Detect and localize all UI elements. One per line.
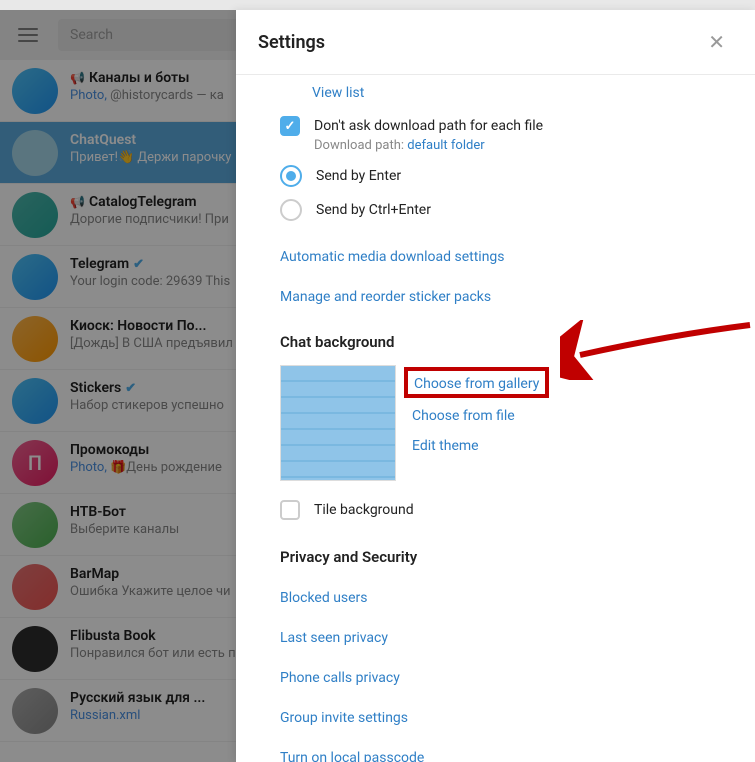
privacy-title: Privacy and Security xyxy=(280,548,733,566)
avatar xyxy=(12,378,58,424)
chat-name: НТВ-Бот xyxy=(70,504,126,520)
avatar: П xyxy=(12,440,58,486)
chat-name: ChatQuest xyxy=(70,132,136,148)
blocked-users-link[interactable]: Blocked users xyxy=(280,590,733,606)
auto-media-link[interactable]: Automatic media download settings xyxy=(280,249,733,265)
avatar xyxy=(12,502,58,548)
chat-name: Русский язык для ... xyxy=(70,690,205,706)
settings-header: Settings ✕ xyxy=(236,10,755,75)
chat-name: 📢Каналы и боты xyxy=(70,70,189,86)
dont-ask-label: Don't ask download path for each file xyxy=(314,118,543,134)
chat-name: Промокоды xyxy=(70,442,149,458)
menu-button[interactable] xyxy=(12,22,44,48)
close-icon[interactable]: ✕ xyxy=(700,26,733,58)
avatar xyxy=(12,192,58,238)
chat-bg-title: Chat background xyxy=(280,333,733,351)
avatar xyxy=(12,316,58,362)
view-list-link[interactable]: View list xyxy=(236,85,755,101)
send-ctrl-label: Send by Ctrl+Enter xyxy=(316,202,431,218)
send-enter-label: Send by Enter xyxy=(316,168,401,184)
avatar xyxy=(12,564,58,610)
chat-name: 📢CatalogTelegram xyxy=(70,194,197,210)
last-seen-link[interactable]: Last seen privacy xyxy=(280,630,733,646)
send-ctrl-radio[interactable] xyxy=(280,199,302,221)
bg-preview xyxy=(280,365,396,481)
chat-name: Stickers✔ xyxy=(70,380,136,396)
verified-icon: ✔ xyxy=(125,381,136,396)
avatar xyxy=(12,626,58,672)
settings-title: Settings xyxy=(258,32,325,53)
group-invite-link[interactable]: Group invite settings xyxy=(280,710,733,726)
sticker-packs-link[interactable]: Manage and reorder sticker packs xyxy=(280,289,733,305)
choose-file-link[interactable]: Choose from file xyxy=(412,408,541,424)
settings-panel: Settings ✕ View list ✓ Don't ask downloa… xyxy=(236,10,755,762)
chat-name: Telegram✔ xyxy=(70,256,144,272)
choose-gallery-link[interactable]: Choose from gallery xyxy=(414,376,539,392)
tile-bg-checkbox[interactable] xyxy=(280,500,300,520)
avatar xyxy=(12,130,58,176)
tile-bg-label: Tile background xyxy=(314,502,414,518)
avatar xyxy=(12,68,58,114)
dont-ask-checkbox[interactable]: ✓ xyxy=(280,116,300,136)
chat-name: Flibusta Book xyxy=(70,628,156,644)
avatar xyxy=(12,254,58,300)
edit-theme-link[interactable]: Edit theme xyxy=(412,438,541,454)
download-path-link[interactable]: default folder xyxy=(407,138,484,153)
check-icon: ✓ xyxy=(285,119,296,134)
verified-icon: ✔ xyxy=(133,257,144,272)
phone-calls-link[interactable]: Phone calls privacy xyxy=(280,670,733,686)
passcode-link[interactable]: Turn on local passcode xyxy=(280,750,733,762)
chat-name: BarMap xyxy=(70,566,119,582)
chat-name: Киоск: Новости По... xyxy=(70,318,207,334)
download-path-label: Download path: default folder xyxy=(314,138,543,153)
send-enter-radio[interactable] xyxy=(280,165,302,187)
avatar xyxy=(12,688,58,734)
